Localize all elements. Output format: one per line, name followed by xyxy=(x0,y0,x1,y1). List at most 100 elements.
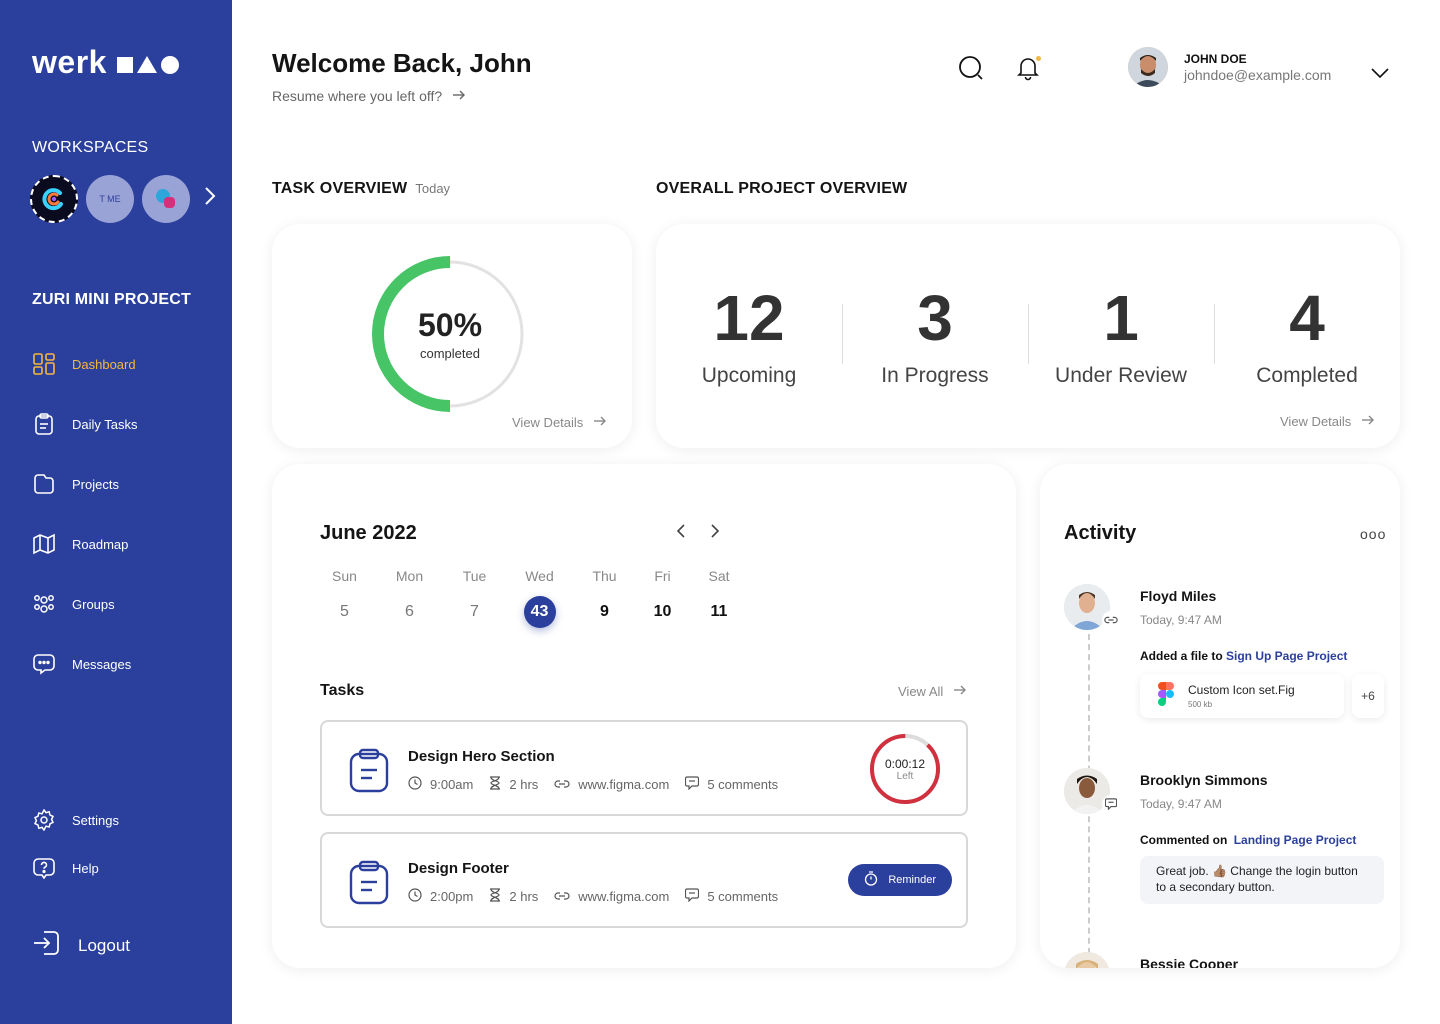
stat-value: 12 xyxy=(713,282,785,354)
workspace-2[interactable]: T ME xyxy=(86,175,134,223)
sidebar-item-help[interactable]: Help xyxy=(32,844,119,892)
message-icon xyxy=(32,652,56,676)
task-time: 9:00am xyxy=(408,776,473,793)
comment-icon xyxy=(685,776,700,793)
link-icon xyxy=(554,889,570,904)
task-overview-subtitle: Today xyxy=(415,181,451,196)
day-date[interactable]: 9 xyxy=(589,596,621,628)
task-item[interactable]: Design Footer 2:00pm 2 hrs www.figma.com… xyxy=(320,832,968,928)
search-icon[interactable] xyxy=(958,55,984,81)
task-meta: 2:00pm 2 hrs www.figma.com 5 comments xyxy=(408,888,778,905)
activity-target-link[interactable]: Landing Page Project xyxy=(1234,833,1357,847)
day-name: Fri xyxy=(654,568,671,584)
project-overview-card: 12 Upcoming 3 In Progress 1 Under Review… xyxy=(656,224,1400,448)
day-name: Wed xyxy=(525,568,554,584)
task-overview-card: 50% completed View Details xyxy=(272,224,632,448)
day-date[interactable]: 5 xyxy=(329,596,361,628)
task-duration-value: 2 hrs xyxy=(509,889,539,904)
activity-time: Today, 9:47 AM xyxy=(1140,797,1222,811)
task-time-value: 2:00pm xyxy=(430,889,474,904)
resume-label: Resume where you left off? xyxy=(272,88,443,104)
workspace-logo-icon xyxy=(156,189,175,208)
more-options-icon[interactable]: ooo xyxy=(1360,526,1386,542)
map-icon xyxy=(32,532,56,556)
project-overview-title: OVERALL PROJECT OVERVIEW xyxy=(656,180,908,197)
user-name: JOHN DOE xyxy=(1184,51,1247,66)
task-comments[interactable]: 5 comments xyxy=(685,888,778,905)
resume-link[interactable]: Resume where you left off? xyxy=(272,88,466,104)
sidebar-item-settings[interactable]: Settings xyxy=(32,796,119,844)
sidebar-item-messages[interactable]: Messages xyxy=(32,634,138,694)
workspace-3[interactable] xyxy=(142,175,190,223)
workspace-1[interactable] xyxy=(30,175,78,223)
view-all-label: View All xyxy=(898,684,944,699)
calendar-day: Sat 11 xyxy=(688,568,750,628)
calendar-prev-icon[interactable] xyxy=(676,524,686,543)
stat-label: Completed xyxy=(1256,364,1358,387)
activity-time: Today, 9:47 AM xyxy=(1140,613,1222,627)
brand-shapes xyxy=(116,55,179,74)
task-duration-value: 2 hrs xyxy=(509,777,539,792)
dashboard-icon xyxy=(32,352,56,376)
sidebar-bottom-nav: Settings Help xyxy=(32,796,119,892)
reminder-button[interactable]: Reminder xyxy=(848,864,952,896)
timer-label: Left xyxy=(896,770,914,782)
stat-completed[interactable]: 4 Completed xyxy=(1214,282,1400,388)
timer-value: 0:00:12 xyxy=(884,756,926,771)
stat-in-progress[interactable]: 3 In Progress xyxy=(842,282,1028,388)
bell-icon[interactable] xyxy=(1016,55,1042,81)
day-date[interactable]: 11 xyxy=(703,596,735,628)
sidebar-item-projects[interactable]: Projects xyxy=(32,454,138,514)
more-files-badge[interactable]: +6 xyxy=(1352,674,1384,718)
activity-user-name: Bessie Cooper xyxy=(1140,956,1239,968)
task-link[interactable]: www.figma.com xyxy=(554,889,669,904)
arrow-right-icon xyxy=(452,88,466,104)
calendar-day: Fri 10 xyxy=(637,568,688,628)
stat-upcoming[interactable]: 12 Upcoming xyxy=(656,282,842,388)
sidebar-item-dashboard[interactable]: Dashboard xyxy=(32,334,138,394)
file-attachment[interactable]: Custom Icon set.Fig 500 kb xyxy=(1140,674,1344,718)
sidebar-item-label: Roadmap xyxy=(72,536,129,552)
brand-logo[interactable]: werk xyxy=(32,44,179,81)
day-date[interactable]: 6 xyxy=(394,596,426,628)
sidebar-nav: Dashboard Daily Tasks Projects Roadmap G… xyxy=(32,334,138,694)
sidebar-item-daily-tasks[interactable]: Daily Tasks xyxy=(32,394,138,454)
calendar-week: Sun 5 Mon 6 Tue 7 Wed 43 Thu 9 Fri 10 Sa… xyxy=(312,568,750,628)
sidebar-item-groups[interactable]: Groups xyxy=(32,574,138,634)
task-duration: 2 hrs xyxy=(489,888,538,905)
day-name: Thu xyxy=(592,568,617,584)
user-menu[interactable]: JOHN DOE johndoe@example.com xyxy=(1128,47,1331,87)
activity-action: Added a file to xyxy=(1140,649,1223,663)
project-view-details-link[interactable]: View Details xyxy=(1280,414,1375,429)
logout-icon xyxy=(32,928,62,963)
calendar-next-icon[interactable] xyxy=(710,524,720,543)
stat-under-review[interactable]: 1 Under Review xyxy=(1028,282,1214,388)
task-comments[interactable]: 5 comments xyxy=(685,776,778,793)
calendar-day: Mon 6 xyxy=(377,568,442,628)
day-date[interactable]: 10 xyxy=(647,596,679,628)
task-link-value: www.figma.com xyxy=(578,889,670,904)
workspace-logo-icon xyxy=(42,188,63,211)
stat-value: 1 xyxy=(1103,282,1139,354)
chevron-down-icon[interactable] xyxy=(1370,66,1390,84)
logout-button[interactable]: Logout xyxy=(32,928,130,963)
task-item[interactable]: Design Hero Section 9:00am 2 hrs www.fig… xyxy=(320,720,968,816)
calendar-month: June 2022 xyxy=(320,522,417,544)
workspaces-next-icon[interactable] xyxy=(204,186,216,212)
file-name: Custom Icon set.Fig xyxy=(1188,683,1295,697)
calendar-day: Wed 43 xyxy=(507,568,572,628)
task-view-details-link[interactable]: View Details xyxy=(512,415,607,430)
sidebar-item-roadmap[interactable]: Roadmap xyxy=(32,514,138,574)
day-date[interactable]: 7 xyxy=(459,596,491,628)
task-link[interactable]: www.figma.com xyxy=(554,777,669,792)
folder-icon xyxy=(32,472,56,496)
activity-target-link[interactable]: Sign Up Page Project xyxy=(1226,649,1347,663)
day-date-selected[interactable]: 43 xyxy=(523,596,556,628)
activity-card: Activity ooo Floyd Miles Today, 9:47 AM … xyxy=(1040,464,1400,968)
task-time: 2:00pm xyxy=(408,888,473,905)
link-icon xyxy=(554,777,570,792)
stat-label: Upcoming xyxy=(701,364,797,387)
clipboard-icon xyxy=(32,412,56,436)
tasks-view-all-link[interactable]: View All xyxy=(898,684,967,699)
calendar-card: June 2022 Sun 5 Mon 6 Tue 7 Wed 43 Thu 9… xyxy=(272,464,1016,968)
